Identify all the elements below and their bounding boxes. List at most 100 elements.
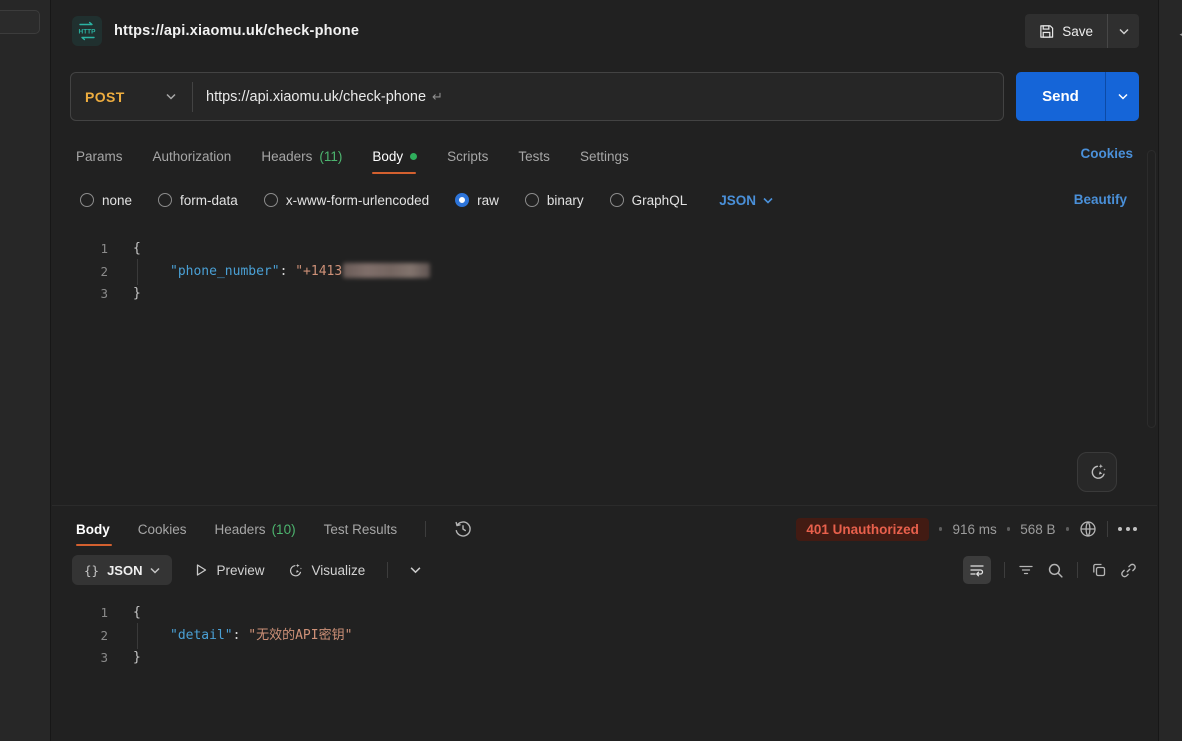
tab-scripts[interactable]: Scripts xyxy=(447,138,488,174)
divider xyxy=(425,521,426,537)
tab-tests[interactable]: Tests xyxy=(518,138,550,174)
link-icon xyxy=(1120,562,1137,579)
body-type-raw[interactable]: raw xyxy=(455,193,499,208)
chevron-down-icon xyxy=(410,566,421,574)
beautify-link[interactable]: Beautify xyxy=(1074,192,1127,207)
url-text: https://api.xiaomu.uk/check-phone xyxy=(206,89,426,105)
code-line: 2 "phone_number": "+1413 xyxy=(52,261,1157,284)
divider xyxy=(387,562,388,578)
filter-button[interactable] xyxy=(1018,562,1034,578)
body-type-binary[interactable]: binary xyxy=(525,193,584,208)
line-number: 1 xyxy=(52,238,108,261)
postbot-sparkle-icon xyxy=(1087,462,1107,482)
body-type-form-data[interactable]: form-data xyxy=(158,193,238,208)
url-builder-row: POST https://api.xiaomu.uk/check-phone ↵… xyxy=(52,72,1157,121)
code-line: 3 } xyxy=(52,283,1157,306)
radio-icon xyxy=(158,193,172,207)
body-type-x-www-form-urlencoded[interactable]: x-www-form-urlencoded xyxy=(264,193,429,208)
url-input[interactable]: https://api.xiaomu.uk/check-phone ↵ xyxy=(193,89,1003,105)
tab-authorization[interactable]: Authorization xyxy=(153,138,232,174)
response-status-cluster: 401 Unauthorized 916 ms 568 B xyxy=(796,514,1137,544)
enter-hint-icon: ↵ xyxy=(432,89,443,105)
send-button[interactable]: Send xyxy=(1016,72,1105,121)
method-selector[interactable]: POST xyxy=(71,73,192,120)
preview-button[interactable]: Preview xyxy=(194,563,264,578)
tab-settings[interactable]: Settings xyxy=(580,138,629,174)
visualize-options-button[interactable] xyxy=(410,566,421,574)
response-tab-body[interactable]: Body xyxy=(76,512,110,546)
braces-icon: {} xyxy=(84,563,99,578)
response-body-editor[interactable]: 1 { 2 "detail": "无效的API密钥" 3 } xyxy=(52,596,1157,741)
response-size[interactable]: 568 B xyxy=(1020,522,1055,537)
save-icon xyxy=(1039,24,1054,39)
response-format-selector[interactable]: {} JSON xyxy=(72,555,172,585)
left-sidebar xyxy=(0,0,51,741)
line-number: 2 xyxy=(52,625,108,648)
visualize-sparkle-icon xyxy=(286,562,303,579)
separator-dot xyxy=(1007,527,1011,531)
divider xyxy=(1004,562,1005,578)
request-title: https://api.xiaomu.uk/check-phone xyxy=(114,23,359,39)
divider xyxy=(1107,521,1108,537)
response-headers-count: (10) xyxy=(272,522,296,537)
ellipsis-icon xyxy=(1118,527,1137,531)
send-options-button[interactable] xyxy=(1105,72,1139,121)
body-type-none[interactable]: none xyxy=(80,193,132,208)
line-number: 3 xyxy=(52,283,108,306)
body-type-row: none form-data x-www-form-urlencoded raw… xyxy=(52,186,1157,214)
save-label: Save xyxy=(1062,24,1093,39)
wrap-text-button[interactable] xyxy=(963,556,991,584)
code-line: 1 { xyxy=(52,602,1157,625)
copy-button[interactable] xyxy=(1091,562,1107,578)
wrap-text-icon xyxy=(969,562,985,578)
chevron-down-icon xyxy=(1119,28,1129,35)
visualize-button[interactable]: Visualize xyxy=(286,562,365,579)
radio-icon xyxy=(80,193,94,207)
response-tab-test-results[interactable]: Test Results xyxy=(324,512,398,546)
chevron-down-icon xyxy=(150,567,160,574)
app-window: ◂ HTTP https://api.xiaomu.uk/check-phone xyxy=(0,0,1182,741)
request-tabs: Params Authorization Headers (11) Body S… xyxy=(52,138,1157,174)
send-button-group: Send xyxy=(1016,72,1139,121)
line-number: 1 xyxy=(52,602,108,625)
language-selector[interactable]: JSON xyxy=(719,193,773,208)
tab-body[interactable]: Body xyxy=(372,138,417,174)
separator-dot xyxy=(1066,527,1070,531)
cookies-link[interactable]: Cookies xyxy=(1080,146,1133,161)
search-button[interactable] xyxy=(1047,562,1064,579)
response-more-options-button[interactable] xyxy=(1118,527,1137,531)
request-panel: HTTP https://api.xiaomu.uk/check-phone S… xyxy=(52,0,1157,741)
svg-text:HTTP: HTTP xyxy=(79,29,97,36)
method-label: POST xyxy=(85,89,125,105)
chevron-down-icon xyxy=(1118,93,1128,100)
sidebar-collapsed-tab[interactable] xyxy=(0,10,40,34)
radio-selected-icon xyxy=(455,193,469,207)
search-icon xyxy=(1047,562,1064,579)
scrollbar-track[interactable] xyxy=(1147,150,1156,428)
line-number: 2 xyxy=(52,261,108,284)
tab-headers[interactable]: Headers (11) xyxy=(261,138,342,174)
indent-guide xyxy=(137,623,138,650)
request-body-editor[interactable]: 1 { 2 "phone_number": "+1413 3 } xyxy=(52,232,1157,506)
link-button[interactable] xyxy=(1120,562,1137,579)
tab-params[interactable]: Params xyxy=(76,138,123,174)
response-tab-cookies[interactable]: Cookies xyxy=(138,512,187,546)
code-line: 2 "detail": "无效的API密钥" xyxy=(52,625,1157,648)
response-history-button[interactable] xyxy=(454,520,472,538)
http-request-icon: HTTP xyxy=(72,16,102,46)
save-button[interactable]: Save xyxy=(1025,14,1107,48)
filter-icon xyxy=(1018,562,1034,578)
chevron-down-icon xyxy=(166,93,176,100)
body-type-graphql[interactable]: GraphQL xyxy=(610,193,688,208)
radio-icon xyxy=(525,193,539,207)
status-badge[interactable]: 401 Unauthorized xyxy=(796,518,929,541)
request-header: HTTP https://api.xiaomu.uk/check-phone S… xyxy=(52,10,1157,52)
save-options-button[interactable] xyxy=(1107,14,1139,48)
history-icon xyxy=(454,520,472,538)
postbot-button[interactable] xyxy=(1077,452,1117,492)
radio-icon xyxy=(610,193,624,207)
chevron-down-icon xyxy=(763,197,773,204)
response-time[interactable]: 916 ms xyxy=(952,522,996,537)
response-tab-headers[interactable]: Headers (10) xyxy=(215,512,296,546)
network-info-button[interactable] xyxy=(1079,520,1097,538)
